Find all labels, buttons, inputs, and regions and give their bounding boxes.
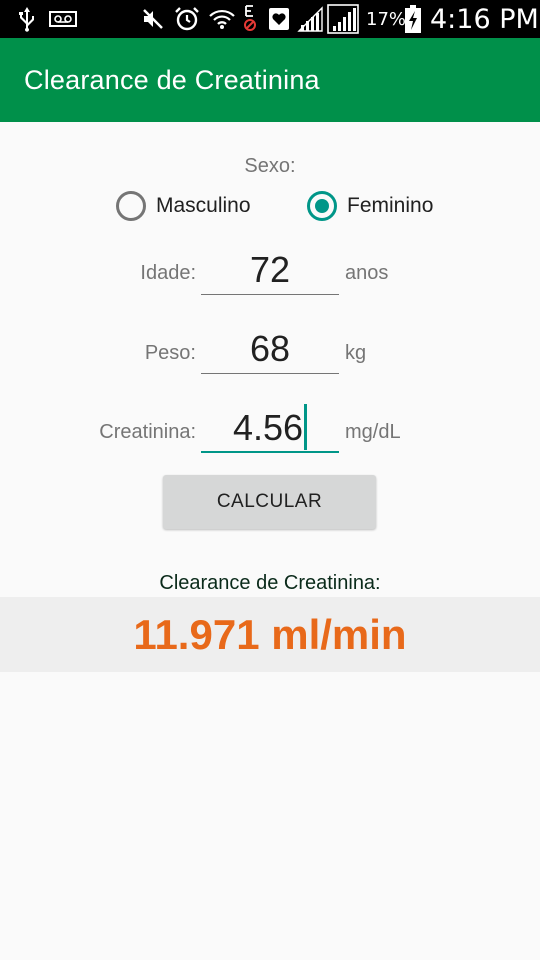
mute-icon bbox=[140, 0, 166, 38]
radio-label-masculino: Masculino bbox=[156, 194, 251, 217]
radio-masculino[interactable]: Masculino bbox=[116, 188, 251, 224]
idade-input[interactable]: 72 bbox=[201, 245, 339, 295]
result-box: 11.971 ml/min bbox=[0, 597, 540, 672]
signal-icon bbox=[296, 0, 324, 38]
alarm-icon bbox=[172, 0, 202, 38]
battery-percent: 17% bbox=[366, 8, 407, 30]
peso-label: Peso: bbox=[144, 342, 196, 364]
result-value: 11.971 ml/min bbox=[133, 610, 407, 658]
creatinina-input[interactable]: 4.56 bbox=[201, 403, 339, 453]
text-cursor bbox=[304, 404, 308, 451]
sexo-label: Sexo: bbox=[244, 155, 296, 177]
wifi-icon bbox=[207, 0, 237, 38]
radio-unchecked-icon bbox=[116, 191, 146, 221]
creatinina-unit: mg/dL bbox=[345, 421, 401, 443]
result-label: Clearance de Creatinina: bbox=[159, 572, 381, 594]
usb-icon bbox=[14, 0, 40, 38]
radio-checked-icon bbox=[307, 191, 337, 221]
creatinina-value: 4.56 bbox=[232, 407, 304, 448]
clock: 4:16 PM bbox=[430, 3, 539, 35]
app-bar: Clearance de Creatinina bbox=[0, 38, 540, 122]
idade-unit: anos bbox=[345, 262, 389, 284]
edge-no-data-icon bbox=[240, 0, 260, 38]
radio-feminino[interactable]: Feminino bbox=[307, 188, 433, 224]
heart-card-icon bbox=[266, 0, 292, 38]
calcular-button[interactable]: CALCULAR bbox=[163, 475, 376, 529]
app-title: Clearance de Creatinina bbox=[24, 64, 320, 95]
radio-label-feminino: Feminino bbox=[347, 194, 434, 217]
status-bar: 17% 4:16 PM bbox=[0, 0, 540, 38]
battery-charging-icon bbox=[403, 0, 423, 38]
creatinina-label: Creatinina: bbox=[99, 421, 196, 443]
idade-label: Idade: bbox=[140, 262, 196, 284]
peso-unit: kg bbox=[345, 342, 367, 364]
voicemail-icon bbox=[48, 0, 78, 38]
peso-input[interactable]: 68 bbox=[201, 324, 339, 374]
signal-icon-2 bbox=[326, 0, 360, 38]
